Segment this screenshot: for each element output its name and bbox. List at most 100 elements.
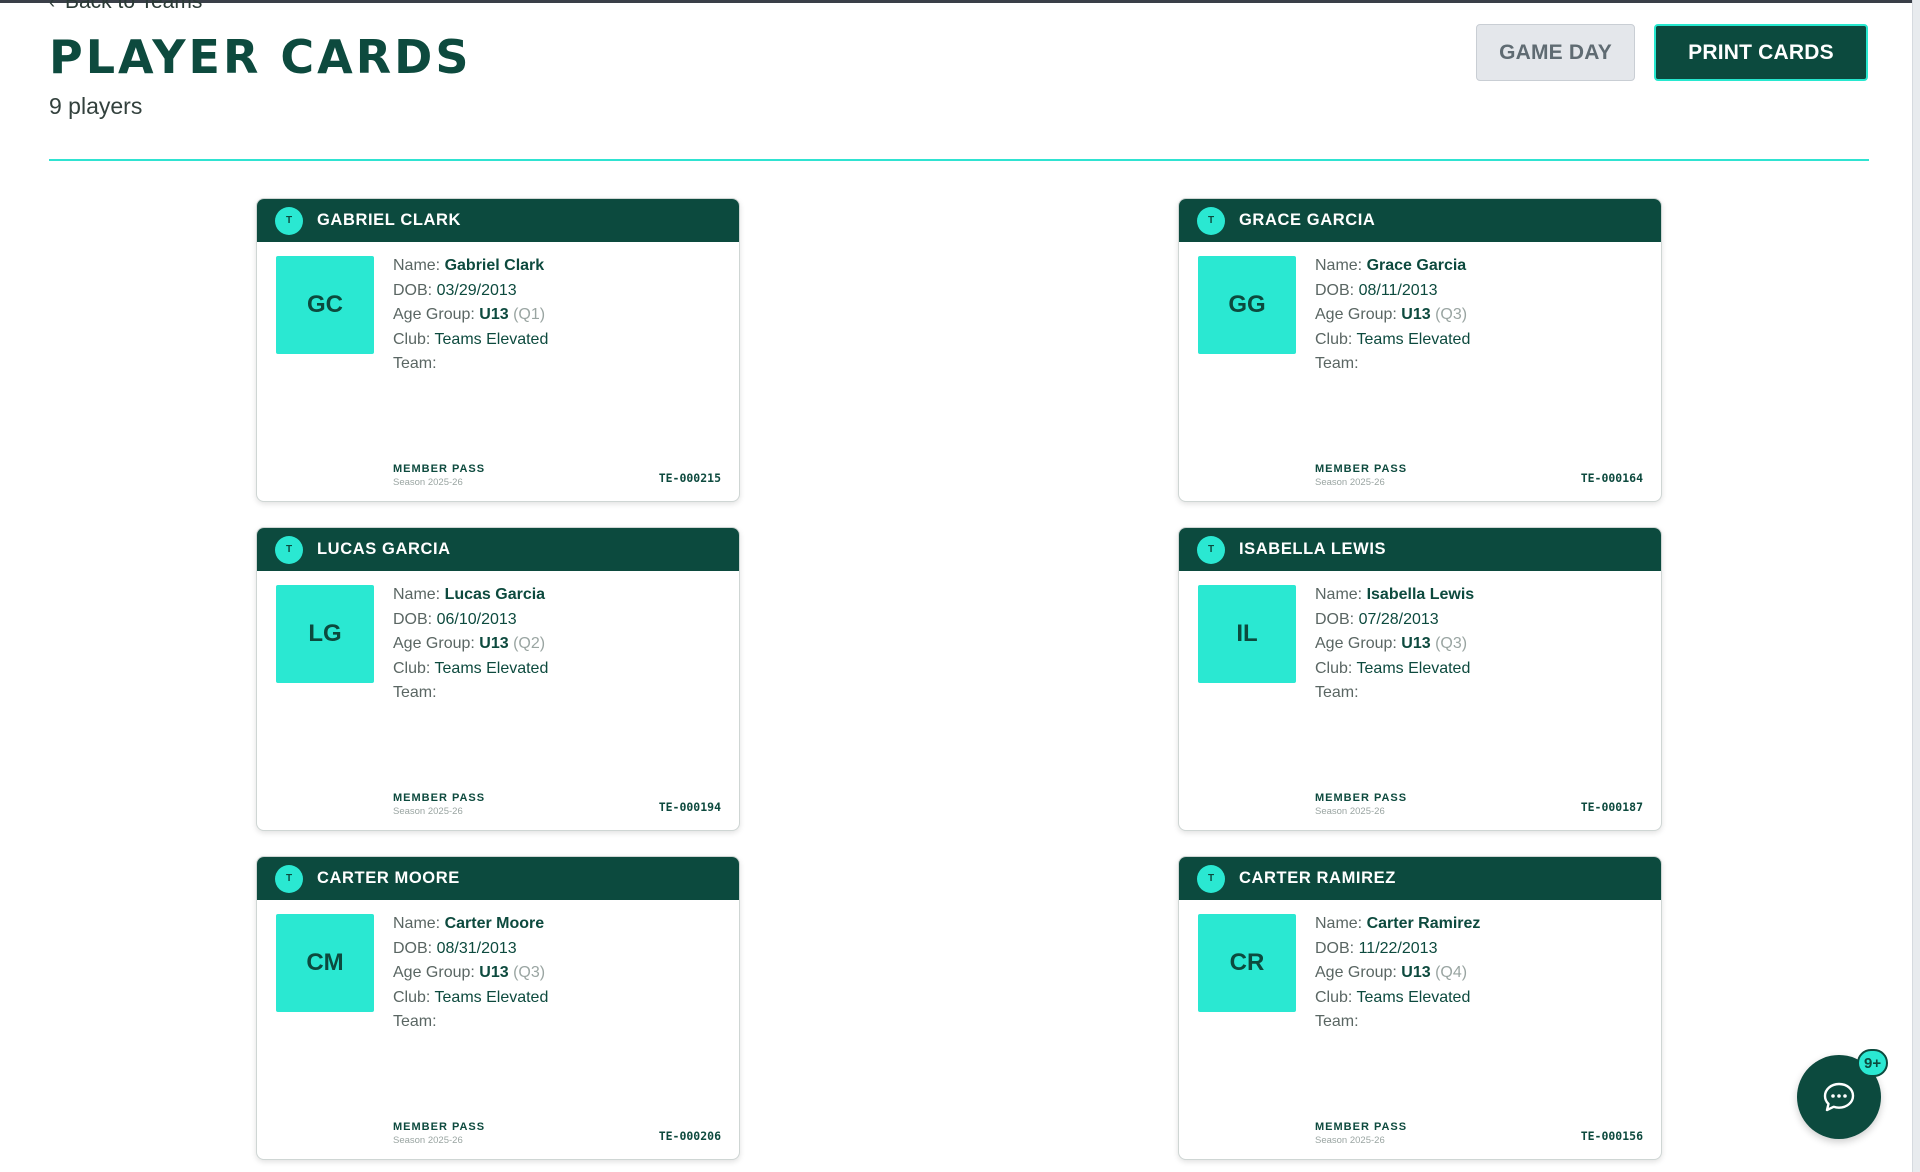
card-player-name: GABRIEL CLARK xyxy=(317,211,462,229)
chevron-left-icon: ‹ xyxy=(49,0,55,12)
team-row: Team: xyxy=(1315,1010,1480,1035)
quarter-value: (Q4) xyxy=(1435,964,1468,981)
dob-row: DOB: 03/29/2013 xyxy=(393,279,548,304)
name-label: Name: xyxy=(1315,586,1363,603)
dob-value: 06/10/2013 xyxy=(436,610,517,628)
name-label: Name: xyxy=(1315,915,1363,932)
avatar: CR xyxy=(1198,914,1296,1012)
club-label: Club: xyxy=(1315,330,1353,348)
dob-value: 08/31/2013 xyxy=(436,939,517,957)
club-value: Teams Elevated xyxy=(434,330,549,348)
player-card: T LUCAS GARCIA LG Name: Lucas Garcia DOB: 06… xyxy=(256,527,740,831)
team-label: Team: xyxy=(1315,355,1359,372)
age-group-value: U13 xyxy=(479,635,509,652)
team-label: Team: xyxy=(1315,684,1359,701)
team-label: Team: xyxy=(1315,1013,1359,1030)
club-row: Club: Teams Elevated xyxy=(393,986,548,1011)
dob-row: DOB: 11/22/2013 xyxy=(1315,937,1480,962)
player-card: T CARTER RAMIREZ CR Name: Carter Ramirez DOB… xyxy=(1178,856,1662,1160)
dob-value: 08/11/2013 xyxy=(1358,281,1438,299)
team-logo-badge: T xyxy=(1197,864,1225,893)
club-label: Club: xyxy=(393,988,431,1006)
dob-label: DOB: xyxy=(393,610,433,628)
dob-row: DOB: 06/10/2013 xyxy=(393,608,548,633)
avatar: CM xyxy=(276,914,374,1012)
club-label: Club: xyxy=(1315,659,1353,677)
card-player-name: GRACE GARCIA xyxy=(1239,211,1376,229)
card-player-name: CARTER RAMIREZ xyxy=(1239,869,1396,887)
scrollbar-track[interactable] xyxy=(1912,0,1920,1172)
name-value: Carter Moore xyxy=(444,915,545,932)
age-group-row: Age Group: U13 (Q2) xyxy=(393,632,548,657)
dob-label: DOB: xyxy=(393,281,433,299)
age-group-label: Age Group: xyxy=(393,306,475,323)
player-details: Name: Lucas Garcia DOB: 06/10/2013 Age Gro… xyxy=(393,583,548,706)
age-group-row: Age Group: U13 (Q3) xyxy=(393,961,548,986)
season-label: Season 2025-26 xyxy=(393,477,463,488)
window-top-border xyxy=(0,0,1920,3)
team-row: Team: xyxy=(393,681,548,706)
back-to-teams-link[interactable]: ‹ Back to Teams xyxy=(49,0,202,14)
age-group-value: U13 xyxy=(479,306,509,323)
name-row: Name: Carter Moore xyxy=(393,912,548,937)
dob-row: DOB: 08/11/2013 xyxy=(1315,279,1470,304)
dob-value: 11/22/2013 xyxy=(1358,939,1438,957)
name-row: Name: Gabriel Clark xyxy=(393,254,548,279)
avatar: IL xyxy=(1198,585,1296,683)
page-title: PLAYER CARDS xyxy=(49,30,472,84)
member-id: TE-000194 xyxy=(658,800,721,814)
member-id: TE-000187 xyxy=(1580,800,1643,814)
club-value: Teams Elevated xyxy=(1356,659,1471,677)
season-label: Season 2025-26 xyxy=(1315,806,1385,817)
age-group-label: Age Group: xyxy=(1315,964,1397,981)
player-details: Name: Isabella Lewis DOB: 07/28/2013 Age G… xyxy=(1315,583,1474,706)
team-logo-badge: T xyxy=(275,864,303,893)
notification-badge: 9+ xyxy=(1857,1049,1889,1077)
team-label: Team: xyxy=(393,355,437,372)
avatar: GG xyxy=(1198,256,1296,354)
team-logo-badge: T xyxy=(275,206,303,235)
player-details: Name: Carter Moore DOB: 08/31/2013 Age Gro… xyxy=(393,912,548,1035)
age-group-label: Age Group: xyxy=(393,635,475,652)
member-pass-label: MEMBER PASS xyxy=(1315,1121,1408,1133)
card-header: T GABRIEL CLARK xyxy=(257,199,739,242)
age-group-row: Age Group: U13 (Q4) xyxy=(1315,961,1480,986)
member-id: TE-000156 xyxy=(1580,1129,1643,1143)
header-divider xyxy=(49,159,1869,161)
back-link-label: Back to Teams xyxy=(65,0,203,13)
dob-row: DOB: 07/28/2013 xyxy=(1315,608,1474,633)
team-logo-badge: T xyxy=(1197,535,1225,564)
dob-label: DOB: xyxy=(1315,281,1355,299)
dob-row: DOB: 08/31/2013 xyxy=(393,937,548,962)
dob-label: DOB: xyxy=(1315,939,1355,957)
game-day-button[interactable]: GAME DAY xyxy=(1476,24,1635,81)
member-pass-label: MEMBER PASS xyxy=(393,792,486,804)
season-label: Season 2025-26 xyxy=(393,1135,463,1146)
club-label: Club: xyxy=(393,659,431,677)
quarter-value: (Q1) xyxy=(513,306,546,323)
avatar: LG xyxy=(276,585,374,683)
print-cards-button[interactable]: PRINT CARDS xyxy=(1654,24,1868,81)
player-details: Name: Grace Garcia DOB: 08/11/2013 Age Gro… xyxy=(1315,254,1470,377)
card-header: T CARTER RAMIREZ xyxy=(1179,857,1661,900)
member-pass-label: MEMBER PASS xyxy=(1315,792,1408,804)
age-group-label: Age Group: xyxy=(1315,635,1397,652)
card-header: T CARTER MOORE xyxy=(257,857,739,900)
age-group-row: Age Group: U13 (Q1) xyxy=(393,303,548,328)
team-label: Team: xyxy=(393,1013,437,1030)
player-card: T GABRIEL CLARK GC Name: Gabriel Clark DOB: … xyxy=(256,198,740,502)
player-details: Name: Gabriel Clark DOB: 03/29/2013 Age Gr… xyxy=(393,254,548,377)
name-value: Grace Garcia xyxy=(1366,257,1467,274)
club-row: Club: Teams Elevated xyxy=(393,328,548,353)
quarter-value: (Q3) xyxy=(1435,635,1468,652)
season-label: Season 2025-26 xyxy=(393,806,463,817)
avatar: GC xyxy=(276,256,374,354)
name-row: Name: Carter Ramirez xyxy=(1315,912,1480,937)
club-row: Club: Teams Elevated xyxy=(1315,657,1474,682)
player-card: T GRACE GARCIA GG Name: Grace Garcia DOB: 08… xyxy=(1178,198,1662,502)
age-group-row: Age Group: U13 (Q3) xyxy=(1315,632,1474,657)
name-value: Carter Ramirez xyxy=(1366,915,1481,932)
season-label: Season 2025-26 xyxy=(1315,1135,1385,1146)
name-value: Gabriel Clark xyxy=(444,257,545,274)
club-value: Teams Elevated xyxy=(434,988,549,1006)
